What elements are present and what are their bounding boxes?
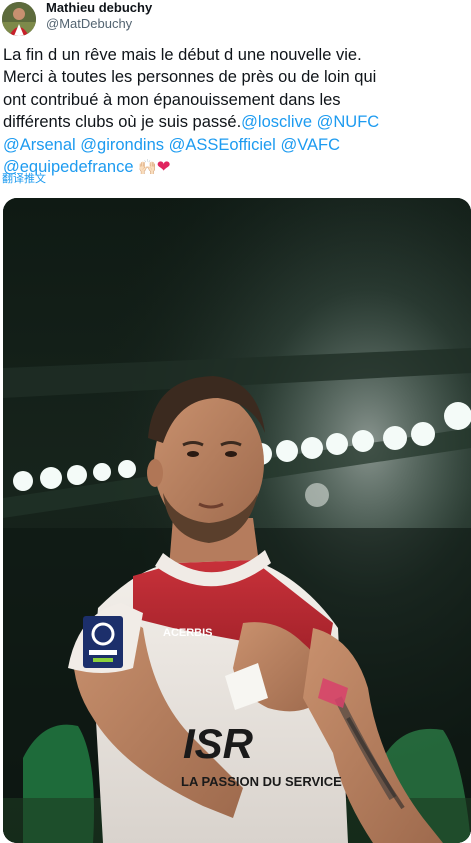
tweet-photo[interactable]: ACERBIS ISR LA PASSION DU SERVICE	[3, 198, 471, 843]
text-line: La fin d un rêve mais le début d une nou…	[3, 46, 362, 64]
photo-illustration: ACERBIS ISR LA PASSION DU SERVICE	[3, 198, 471, 843]
tweet-text: La fin d un rêve mais le début d une nou…	[3, 44, 469, 179]
text-fragment: différents clubs où je suis passé.	[3, 113, 242, 132]
league-badge	[83, 616, 123, 668]
raised-hands-emoji-icon: 🙌🏻	[138, 159, 157, 177]
jersey-sponsor-text: ISR	[183, 720, 254, 767]
mention-losclive[interactable]: @losclive	[241, 113, 312, 131]
translate-tweet-link[interactable]: 翻译推文	[2, 172, 46, 186]
author-handle[interactable]: @MatDebuchy	[46, 16, 152, 32]
text-fragment: ont contribué à mon épanouissement dans …	[3, 90, 341, 109]
sleeve-brand-text: ACERBIS	[163, 627, 213, 639]
author-avatar[interactable]	[2, 2, 36, 36]
author-display-name[interactable]: Mathieu debuchy	[46, 0, 152, 16]
text-fragment: Merci à toutes les personnes de près ou …	[3, 68, 377, 87]
text-line: ont contribué à mon épanouissement dans …	[3, 91, 341, 109]
text-line: Merci à toutes les personnes de près ou …	[3, 68, 376, 86]
mention-asseofficiel[interactable]: @ASSEofficiel	[169, 136, 276, 154]
text-line: @Arsenal @girondins @ASSEofficiel @VAFC	[3, 136, 340, 154]
text-fragment: La fin d un rêve mais le début d une nou…	[3, 46, 362, 64]
jersey-tagline-text: LA PASSION DU SERVICE	[181, 774, 342, 789]
mention-vafc[interactable]: @VAFC	[280, 136, 340, 154]
red-heart-emoji-icon: ❤	[156, 158, 171, 177]
author-info: Mathieu debuchy @MatDebuchy	[46, 0, 152, 32]
tweet-header: Mathieu debuchy @MatDebuchy	[0, 0, 471, 36]
mention-girondins[interactable]: @girondins	[80, 136, 164, 154]
mention-nufc[interactable]: @NUFC	[317, 113, 380, 131]
text-line: différents clubs où je suis passé.@loscl…	[3, 113, 379, 131]
mention-arsenal[interactable]: @Arsenal	[3, 136, 76, 154]
